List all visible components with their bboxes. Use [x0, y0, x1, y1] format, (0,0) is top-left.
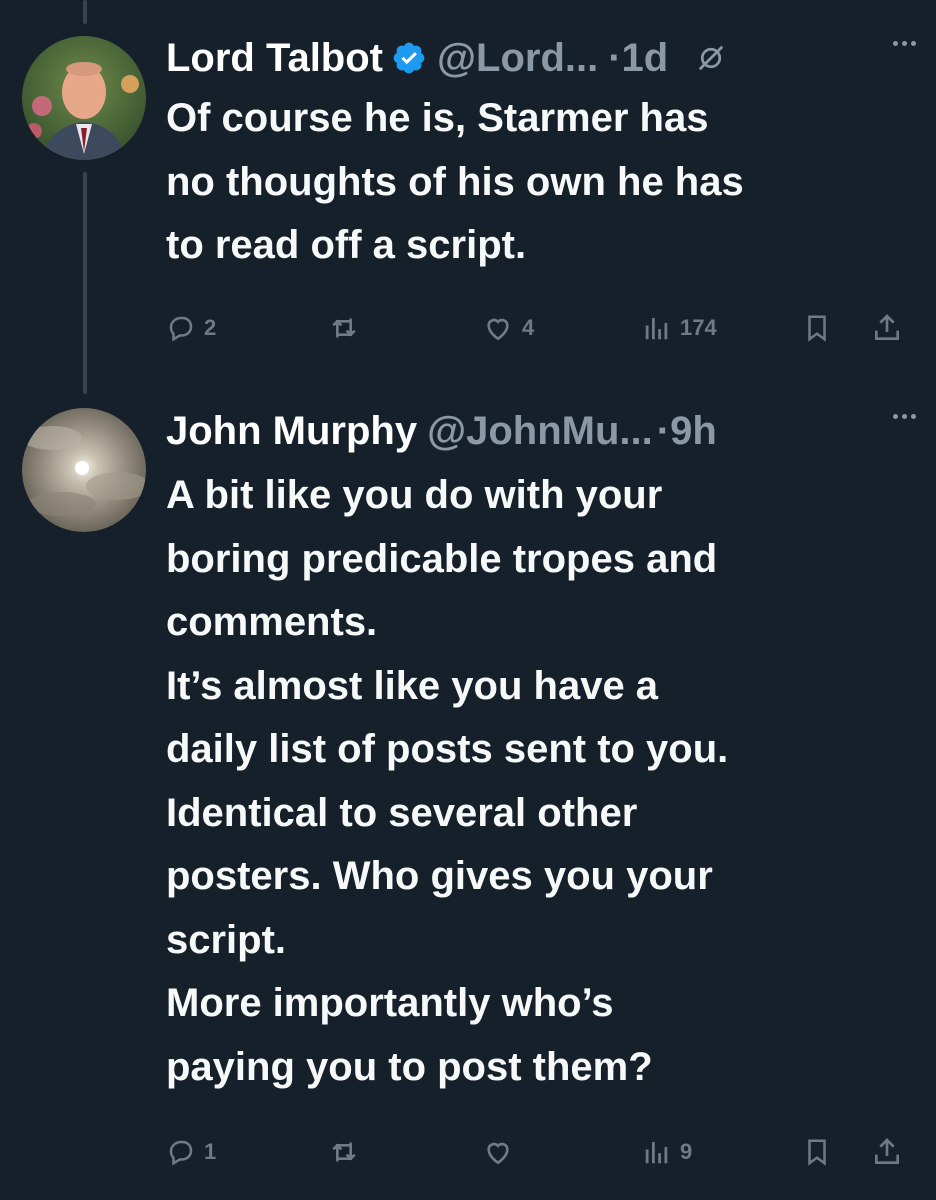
verified-badge-icon: [391, 40, 427, 76]
post-actions: 2 4 174: [166, 303, 911, 353]
reply-count: 1: [204, 1139, 217, 1164]
more-icon[interactable]: [893, 41, 916, 46]
views-count: 174: [680, 315, 717, 340]
post-actions: 1 9: [166, 1127, 911, 1177]
bookmark-button[interactable]: [802, 313, 832, 343]
heart-icon: [482, 312, 514, 344]
share-icon: [871, 312, 903, 344]
post-text: A bit like you do with your boring predi…: [166, 473, 729, 1089]
author-handle[interactable]: @JohnMu...: [427, 409, 653, 454]
separator-dot: ·: [608, 35, 622, 80]
author-handle[interactable]: @Lord...: [437, 36, 598, 81]
post-john-murphy[interactable]: John Murphy @JohnMu... · 9h A bit like y…: [166, 406, 916, 1099]
thread-line-top: [83, 0, 87, 24]
like-button[interactable]: 4: [482, 312, 534, 344]
like-count: 4: [522, 315, 535, 340]
reply-button[interactable]: 1: [166, 1137, 216, 1167]
post-time[interactable]: 1d: [622, 36, 669, 81]
post-time[interactable]: 9h: [670, 409, 717, 454]
views-button[interactable]: 174: [642, 313, 717, 343]
repost-icon: [328, 1136, 360, 1168]
reply-icon: [166, 313, 196, 343]
more-icon[interactable]: [893, 414, 916, 419]
author-name[interactable]: John Murphy: [166, 409, 417, 454]
grok-icon[interactable]: [696, 43, 726, 73]
repost-button[interactable]: [328, 312, 360, 344]
post-header: John Murphy @JohnMu... · 9h: [166, 406, 916, 456]
reply-icon: [166, 1137, 196, 1167]
share-button[interactable]: [871, 1136, 903, 1168]
repost-icon: [328, 312, 360, 344]
views-button[interactable]: 9: [642, 1137, 692, 1167]
bookmark-icon: [802, 1137, 832, 1167]
post-lord-talbot[interactable]: Lord Talbot @Lord... · 1d Of course he i…: [166, 33, 916, 278]
post-header: Lord Talbot @Lord... · 1d: [166, 33, 916, 83]
share-icon: [871, 1136, 903, 1168]
reply-button[interactable]: 2: [166, 313, 216, 343]
thread-connector: [83, 172, 87, 394]
bookmark-button[interactable]: [802, 1137, 832, 1167]
views-icon: [642, 1137, 672, 1167]
post-text: Of course he is, Starmer has no thoughts…: [166, 96, 744, 267]
like-button[interactable]: [482, 1136, 514, 1168]
share-button[interactable]: [871, 312, 903, 344]
avatar-john-murphy[interactable]: [22, 408, 146, 532]
heart-icon: [482, 1136, 514, 1168]
views-count: 9: [680, 1139, 693, 1164]
author-name[interactable]: Lord Talbot: [166, 36, 383, 81]
reply-count: 2: [204, 315, 217, 340]
views-icon: [642, 313, 672, 343]
avatar-lord-talbot[interactable]: [22, 36, 146, 160]
bookmark-icon: [802, 313, 832, 343]
repost-button[interactable]: [328, 1136, 360, 1168]
separator-dot: ·: [656, 408, 671, 453]
